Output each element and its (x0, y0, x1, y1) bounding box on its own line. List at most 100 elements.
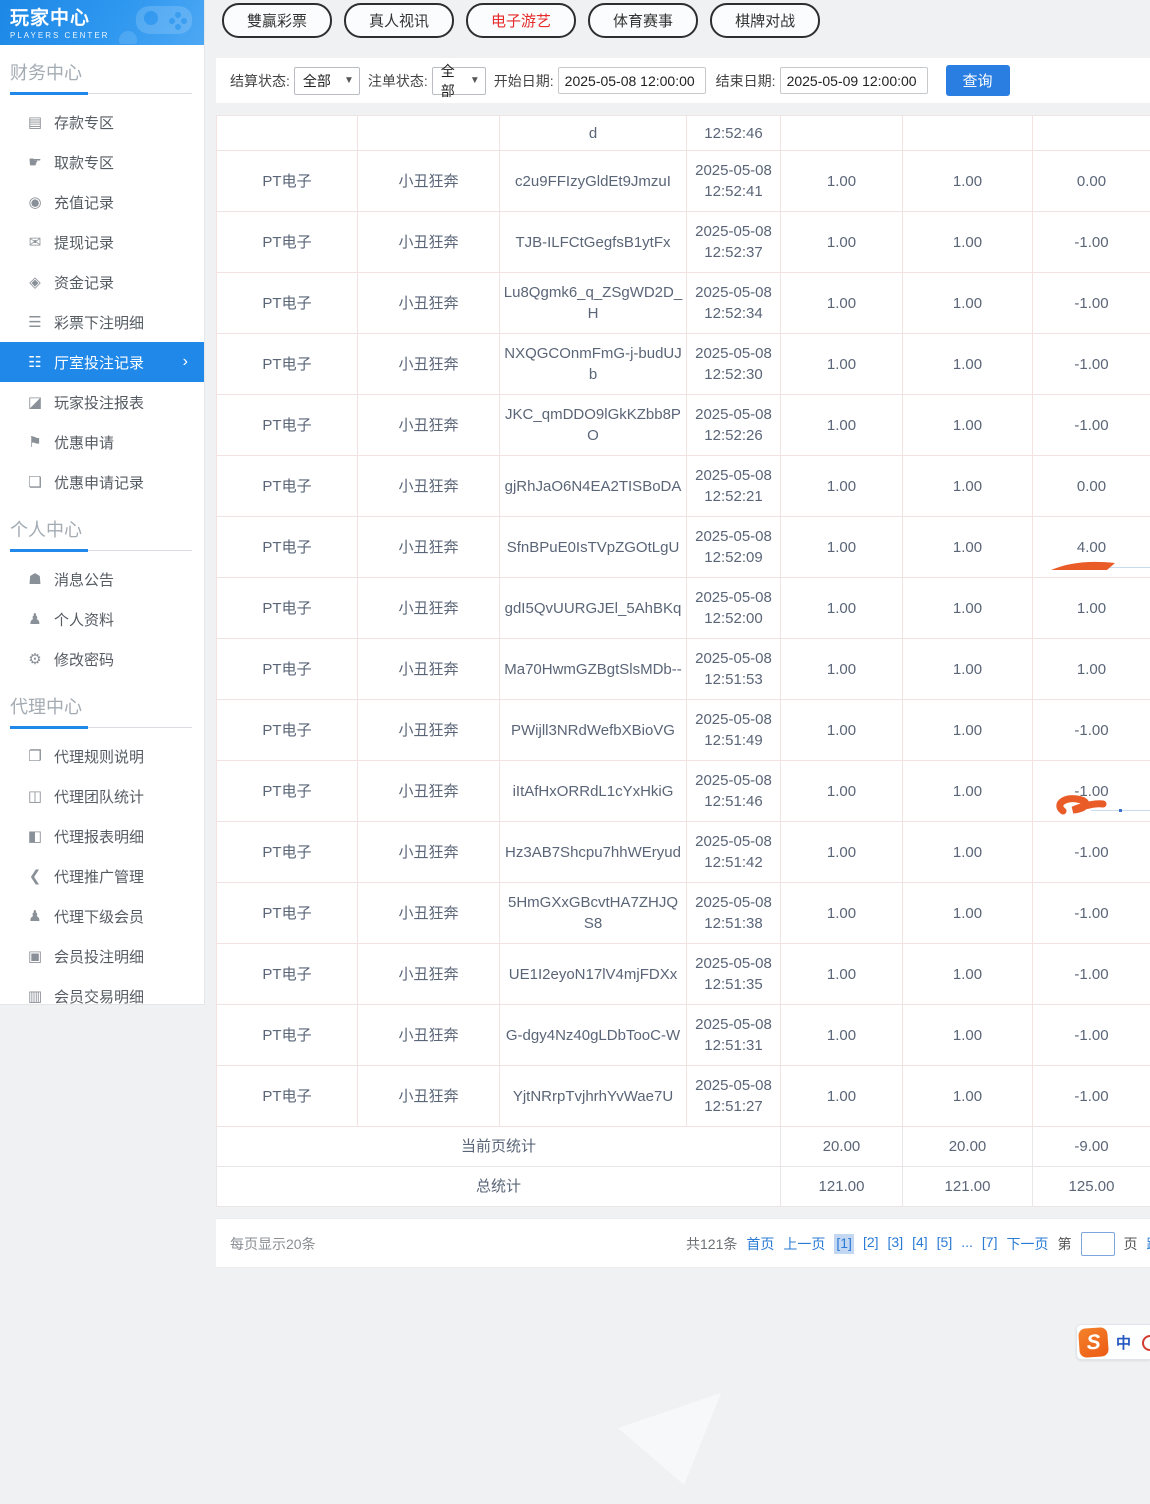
cell-valid: 1.00 (903, 212, 1033, 273)
agent-report-icon: ◧ (24, 827, 46, 845)
sidebar-section-title: 个人中心 (0, 502, 204, 548)
summary-valid: 121.00 (903, 1167, 1033, 1207)
cell-valid: 1.00 (903, 578, 1033, 639)
sidebar-item-agent-team-report[interactable]: ◫ 代理团队统计 (0, 776, 204, 816)
sidebar-item-agent-promotion-share[interactable]: ❮代理推广管理 (0, 856, 204, 896)
bet-time: 12:52:21 (690, 486, 777, 507)
cell-bet: 1.00 (781, 639, 903, 700)
summary-result: -9.00 (1033, 1127, 1150, 1167)
cell-valid (903, 116, 1033, 151)
sidebar-item-agent-report[interactable]: ◧代理报表明细 (0, 816, 204, 856)
sidebar-item-announcement-bell[interactable]: ☗消息公告 (0, 559, 204, 599)
game-category-tabs: 雙贏彩票真人视讯电子游艺体育赛事棋牌对战 (222, 3, 820, 38)
bet-time: 12:52:09 (690, 547, 777, 568)
sidebar-item-member-transaction-list[interactable]: ▥会员交易明细 (0, 976, 204, 1016)
cell-game: PT电子 (217, 273, 358, 334)
cell-order: gjRhJaO6N4EA2TISBoDA (500, 456, 687, 517)
recharge-moneybag-icon: ◉ (24, 193, 46, 211)
cell-result (1033, 116, 1150, 151)
sidebar-item-funds-purse[interactable]: ◈资金记录 (0, 262, 204, 302)
cell-bet: 1.00 (781, 761, 903, 822)
cell-bet: 1.00 (781, 212, 903, 273)
cell-time: 2025-05-0812:51:46 (687, 761, 781, 822)
cell-name: 小丑狂奔 (358, 639, 500, 700)
page-link-3[interactable]: [3] (888, 1234, 904, 1254)
cell-time: 2025-05-0812:52:21 (687, 456, 781, 517)
cell-result: -1.00 (1033, 822, 1150, 883)
jump-button[interactable]: 跳转 (1147, 1234, 1150, 1254)
tab-1[interactable]: 雙贏彩票 (222, 3, 332, 38)
cell-valid: 1.00 (903, 395, 1033, 456)
sidebar-item-label: 代理规则说明 (54, 746, 144, 767)
lottery-list-icon: ☰ (24, 313, 46, 331)
bet-time: 12:52:00 (690, 608, 777, 629)
sidebar-item-profile-user[interactable]: ♟个人资料 (0, 599, 204, 639)
cell-game: PT电子 (217, 212, 358, 273)
bet-date: 2025-05-08 (690, 1014, 777, 1035)
sidebar-item-label: 资金记录 (54, 272, 114, 293)
agent-team-report-icon: ◫ (24, 787, 46, 805)
sidebar-item-promo-records-list[interactable]: ❏优惠申请记录 (0, 462, 204, 502)
cell-game: PT电子 (217, 151, 358, 212)
ime-language-toggle[interactable]: 中 (1116, 1332, 1131, 1353)
sidebar-item-deposit-card[interactable]: ▤存款专区 (0, 102, 204, 142)
sidebar-item-withdraw-hand[interactable]: ☛取款专区 (0, 142, 204, 182)
summary-valid: 20.00 (903, 1127, 1033, 1167)
table-row: PT电子小丑狂奔NXQGCOnmFmG-j-budUJb2025-05-0812… (217, 334, 1150, 395)
start-date-input[interactable]: 2025-05-08 12:00:00 (558, 67, 706, 94)
cell-order: G-dgy4Nz40gLDbTooC-W (500, 1005, 687, 1066)
page-link-5[interactable]: [5] (937, 1234, 953, 1254)
sidebar-item-agent-rules-document[interactable]: ❐代理规则说明 (0, 736, 204, 776)
page-link-1[interactable]: [1] (834, 1234, 854, 1254)
sidebar-item-recharge-moneybag[interactable]: ◉充值记录 (0, 182, 204, 222)
ime-logo-icon[interactable]: S (1078, 1327, 1109, 1358)
cell-name (358, 116, 500, 151)
table-row: PT电子小丑狂奔c2u9FFIzyGldEt9JmzuI2025-05-0812… (217, 151, 1150, 212)
bet-date: 2025-05-08 (690, 282, 777, 303)
bet-date: 2025-05-08 (690, 587, 777, 608)
cell-order: UE1I2eyoN17lV4mjFDXx (500, 944, 687, 1005)
tab-4[interactable]: 体育赛事 (588, 3, 698, 38)
sidebar-item-promo-ticket[interactable]: ⚑ 优惠申请 (0, 422, 204, 462)
sidebar-item-lottery-list[interactable]: ☰彩票下注明细 (0, 302, 204, 342)
page-link-首页[interactable]: 首页 (746, 1234, 774, 1254)
sidebar-item-label: 厅室投注记录 (54, 352, 144, 373)
sidebar-item-agent-members-users[interactable]: ♟代理下级会员 (0, 896, 204, 936)
page-link-4[interactable]: [4] (912, 1234, 928, 1254)
cell-bet: 1.00 (781, 1066, 903, 1127)
sidebar-item-player-report-chart[interactable]: ◪玩家投注报表 (0, 382, 204, 422)
page-link-上一页[interactable]: 上一页 (783, 1234, 825, 1254)
hall-bet-list-icon: ☷ (24, 353, 46, 371)
page-link-[interactable]: ... (961, 1234, 973, 1254)
tab-5[interactable]: 棋牌对战 (710, 3, 820, 38)
sidebar-item-password-gear[interactable]: ⚙修改密码 (0, 639, 204, 679)
tab-3[interactable]: 电子游艺 (466, 3, 576, 38)
sidebar-item-withdrawal-wallet[interactable]: ✉提现记录 (0, 222, 204, 262)
sidebar-item-hall-bet-list[interactable]: ☷厅室投注记录› (0, 342, 204, 382)
cell-game: PT电子 (217, 944, 358, 1005)
cell-result: -1.00 (1033, 1066, 1150, 1127)
page-link-2[interactable]: [2] (863, 1234, 879, 1254)
game-controller-icon (118, 2, 196, 44)
page-jump-input[interactable] (1081, 1232, 1115, 1256)
cell-game: PT电子 (217, 334, 358, 395)
cell-order: PWijll3NRdWefbXBioVG (500, 700, 687, 761)
cell-bet: 1.00 (781, 700, 903, 761)
bet-date: 2025-05-08 (690, 343, 777, 364)
sidebar-item-label: 优惠申请 (54, 432, 114, 453)
table-row: PT电子小丑狂奔gjRhJaO6N4EA2TISBoDA2025-05-0812… (217, 456, 1150, 517)
cell-game: PT电子 (217, 1066, 358, 1127)
promo-ticket-icon: ⚑ (24, 433, 46, 451)
cell-name: 小丑狂奔 (358, 151, 500, 212)
sidebar-item-member-bet-clipboard[interactable]: ▣会员投注明细 (0, 936, 204, 976)
page-link-下一页[interactable]: 下一页 (1007, 1234, 1049, 1254)
sidebar-item-label: 代理团队统计 (54, 786, 144, 807)
page-link-7[interactable]: [7] (982, 1234, 998, 1254)
end-date-input[interactable]: 2025-05-09 12:00:00 (780, 67, 928, 94)
search-button[interactable]: 查询 (946, 65, 1010, 96)
tab-2[interactable]: 真人视讯 (344, 3, 454, 38)
cell-time: 2025-05-0812:51:27 (687, 1066, 781, 1127)
cell-result: -1.00 (1033, 273, 1150, 334)
order-status-select[interactable]: 全部 ▼ (432, 67, 486, 95)
settle-status-select[interactable]: 全部 ▼ (294, 67, 360, 95)
